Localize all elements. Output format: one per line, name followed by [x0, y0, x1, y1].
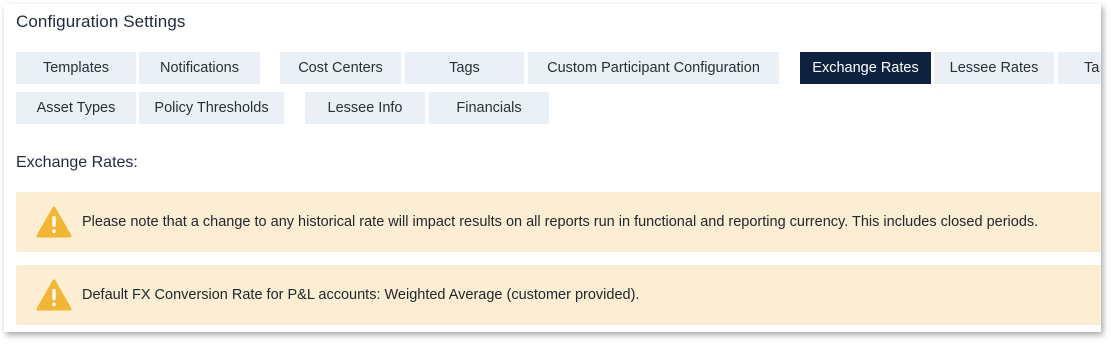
alert-message: Default FX Conversion Rate for P&L accou… [82, 287, 640, 303]
page-title: Configuration Settings [16, 12, 186, 31]
tab-custom-participant-configuration[interactable]: Custom Participant Configuration [528, 52, 779, 84]
tab-financials[interactable]: Financials [429, 92, 549, 124]
tab-truncated[interactable]: Ta [1058, 52, 1101, 84]
tab-policy-thresholds[interactable]: Policy Thresholds [139, 92, 284, 124]
warning-triangle-icon [36, 206, 72, 238]
tab-asset-types[interactable]: Asset Types [16, 92, 136, 124]
historical-rate-warning-alert: Please note that a change to any histori… [16, 192, 1101, 252]
tab-templates[interactable]: Templates [16, 52, 136, 84]
fx-conversion-rate-alert: Default FX Conversion Rate for P&L accou… [16, 265, 1101, 325]
tab-notifications[interactable]: Notifications [139, 52, 260, 84]
tab-tags[interactable]: Tags [405, 52, 524, 84]
tab-lessee-rates[interactable]: Lessee Rates [934, 52, 1054, 84]
alert-message: Please note that a change to any histori… [82, 214, 1039, 230]
warning-triangle-icon [36, 279, 72, 311]
tab-exchange-rates[interactable]: Exchange Rates [800, 52, 931, 84]
section-title: Exchange Rates: [16, 154, 138, 171]
tab-cost-centers[interactable]: Cost Centers [280, 52, 401, 84]
configuration-settings-panel: Configuration Settings Templates Notific… [4, 4, 1101, 332]
tab-lessee-info[interactable]: Lessee Info [305, 92, 425, 124]
